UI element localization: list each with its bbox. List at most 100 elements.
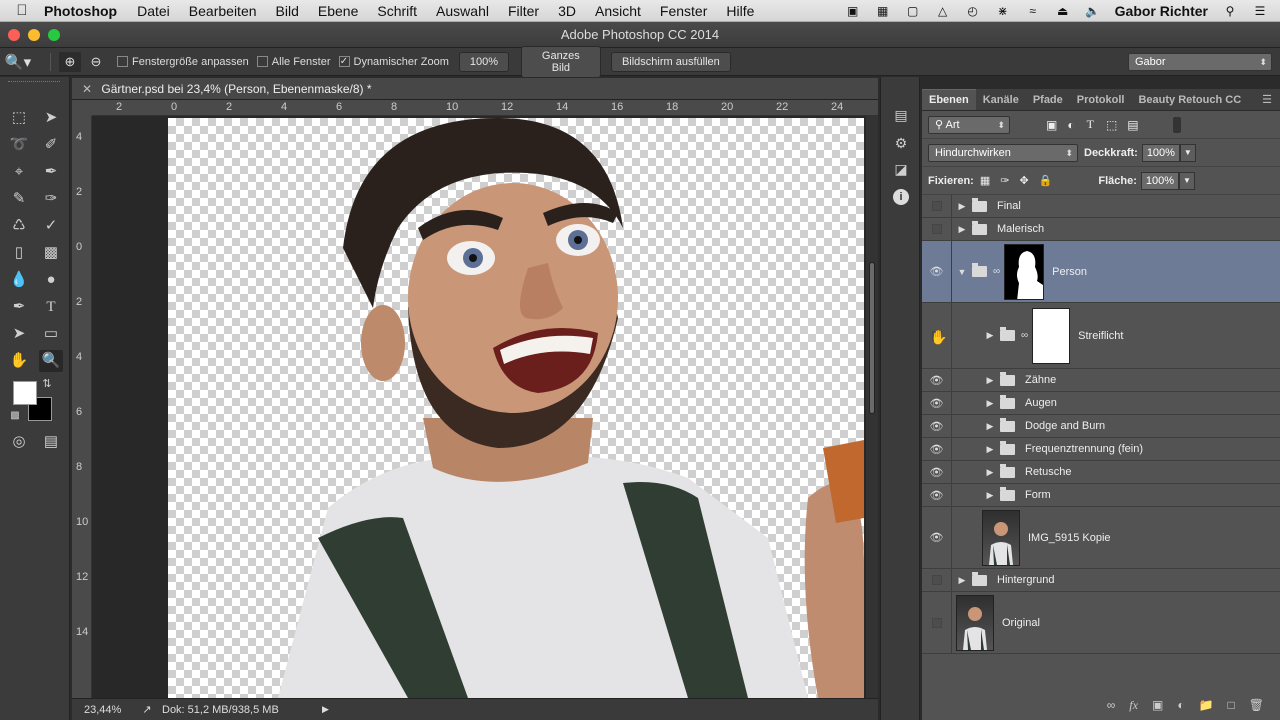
eye-icon[interactable]: 👁 (930, 443, 944, 456)
hand-tool-icon[interactable]: ✋ (7, 350, 31, 372)
move-tool-icon[interactable]: ➤ (39, 107, 63, 129)
layer-style-fx-icon[interactable]: fx (1129, 698, 1138, 713)
mask-link-icon[interactable]: ∞ (993, 266, 1000, 277)
blend-mode-select[interactable]: Hindurchwirken (928, 143, 1078, 162)
share-icon[interactable]: ↗ (132, 703, 162, 716)
vertical-scrollbar[interactable] (866, 116, 878, 698)
menu-hilfe[interactable]: Hilfe (726, 3, 754, 19)
visibility-toggle[interactable]: 👁 (922, 484, 952, 506)
adjustments-panel-icon[interactable]: ◪ (891, 159, 911, 179)
time-machine-icon[interactable]: ◴ (965, 4, 981, 18)
expand-arrow-icon[interactable]: ▶ (984, 375, 996, 386)
path-selection-icon[interactable]: ➤ (7, 323, 31, 345)
expand-arrow-icon[interactable]: ▶ (984, 421, 996, 432)
layer-row[interactable]: ▶ Final (922, 195, 1280, 218)
layer-row[interactable]: 👁 ▶ Augen (922, 392, 1280, 415)
tab-protokoll[interactable]: Protokoll (1070, 90, 1132, 110)
brush-tool-icon[interactable]: ✑ (39, 188, 63, 210)
eject-icon[interactable]: ⏏ (1055, 4, 1071, 18)
quick-mask-icon[interactable]: ◎ (7, 431, 31, 453)
visibility-toggle[interactable]: 👁 (922, 461, 952, 483)
layer-row[interactable]: 👁 ▶ Zähne (922, 369, 1280, 392)
tab-pfade[interactable]: Pfade (1026, 90, 1070, 110)
close-window-button[interactable] (8, 28, 20, 41)
eye-icon[interactable]: 👁 (930, 531, 944, 544)
layer-row[interactable]: 👁 ▶ Form (922, 484, 1280, 507)
all-windows-checkbox[interactable]: Alle Fenster (256, 56, 331, 68)
apple-menu-icon[interactable]:  (0, 2, 44, 19)
volume-icon[interactable]: 🔈 (1085, 4, 1101, 18)
type-tool-icon[interactable]: T (39, 296, 63, 318)
adjustment-layer-icon[interactable]: ◐ (1177, 698, 1184, 712)
info-panel-icon[interactable]: i (893, 189, 909, 205)
eye-icon[interactable]: 👁 (930, 265, 944, 278)
toolbar-grip[interactable] (8, 81, 60, 85)
visibility-off-box[interactable] (931, 201, 942, 211)
menu-ansicht[interactable]: Ansicht (595, 3, 641, 19)
default-colors-icon[interactable]: ▩ (8, 409, 22, 423)
canvas-area[interactable] (92, 116, 866, 698)
workspace-select[interactable]: Gabor (1128, 52, 1272, 71)
layer-row[interactable]: ▶ Hintergrund (922, 569, 1280, 592)
wifi-icon[interactable]: ≈ (1025, 4, 1041, 18)
fill-dropdown-icon[interactable]: ▼ (1178, 171, 1195, 190)
link-layers-icon[interactable]: ∞ (1107, 698, 1116, 712)
tab-kanaele[interactable]: Kanäle (976, 90, 1026, 110)
vertical-ruler[interactable]: 4 2 0 2 4 6 8 10 12 14 (72, 116, 92, 698)
eye-icon[interactable]: 👁 (930, 374, 944, 387)
expand-arrow-icon[interactable]: ▶ (956, 575, 968, 586)
tab-beauty-retouch[interactable]: Beauty Retouch CC (1131, 90, 1248, 110)
visibility-toggle[interactable] (922, 569, 952, 591)
layer-row[interactable]: 👁 IMG_5915 Kopie (922, 507, 1280, 569)
filter-adjustment-icon[interactable]: ◐ (1067, 118, 1074, 132)
visibility-off-box[interactable] (931, 224, 942, 234)
expand-arrow-icon[interactable]: ▶ (984, 467, 996, 478)
user-name[interactable]: Gabor Richter (1115, 3, 1208, 19)
lasso-tool-icon[interactable]: ➰ (7, 134, 31, 156)
fill-input[interactable]: 100% (1140, 171, 1179, 190)
lock-image-icon[interactable]: ✑ (1000, 174, 1009, 187)
checkbox-checked[interactable]: ✓ (338, 56, 350, 67)
layer-row[interactable]: 👁 ▶ Retusche (922, 461, 1280, 484)
lock-all-icon[interactable]: 🔒 (1039, 174, 1053, 187)
expand-arrow-icon[interactable]: ▶ (956, 201, 968, 212)
layer-row[interactable]: ▶ Malerisch (922, 218, 1280, 241)
filter-type-icon[interactable]: T (1087, 117, 1094, 132)
visibility-toggle[interactable]: 👁 (922, 392, 952, 414)
filter-kind-select[interactable]: ⚲ Art (928, 115, 1010, 134)
document-canvas[interactable] (168, 118, 864, 698)
zoom-100-button[interactable]: 100% (458, 51, 509, 72)
crop-tool-icon[interactable]: ⌖ (7, 161, 31, 183)
histogram-panel-icon[interactable]: ▤ (891, 105, 911, 125)
eye-icon[interactable]: 👁 (930, 397, 944, 410)
new-group-icon[interactable]: 📁 (1199, 698, 1214, 712)
menu-bearbeiten[interactable]: Bearbeiten (189, 3, 257, 19)
checkbox-unchecked[interactable] (256, 56, 268, 67)
rectangle-tool-icon[interactable]: ▭ (39, 323, 63, 345)
document-tab[interactable]: ✕ Gärtner.psd bei 23,4% (Person, Ebenenm… (72, 78, 878, 100)
menu-fenster[interactable]: Fenster (660, 3, 707, 19)
visibility-toggle[interactable]: 👁 (922, 369, 952, 391)
menu-auswahl[interactable]: Auswahl (436, 3, 489, 19)
filter-shape-icon[interactable]: ⬚ (1106, 118, 1117, 132)
mask-link-icon[interactable]: ∞ (1021, 330, 1028, 341)
opacity-input[interactable]: 100% (1141, 143, 1180, 162)
filter-smartobject-icon[interactable]: ▤ (1127, 118, 1138, 132)
layer-mask-thumbnail[interactable] (1032, 307, 1071, 364)
history-brush-icon[interactable]: ✓ (39, 215, 63, 237)
expand-arrow-icon[interactable]: ▶ (984, 398, 996, 409)
collapse-arrow-icon[interactable]: ▼ (956, 267, 968, 277)
add-mask-icon[interactable]: ▣ (1152, 698, 1163, 712)
healing-brush-icon[interactable]: ✎ (7, 188, 31, 210)
quick-selection-icon[interactable]: ✐ (39, 134, 63, 156)
visibility-toggle[interactable]: 👁 (922, 438, 952, 460)
clone-stamp-icon[interactable]: ♺ (7, 215, 31, 237)
image-layer-thumbnail[interactable] (956, 594, 994, 651)
visibility-toggle[interactable]: 👁 (922, 241, 952, 302)
lock-transparent-icon[interactable]: ▦ (980, 174, 990, 187)
zoom-level-readout[interactable]: 23,44% (72, 704, 132, 716)
airplay-icon[interactable]: △ (935, 4, 951, 18)
ruler-origin[interactable] (72, 100, 92, 116)
notification-center-icon[interactable]: ☰ (1252, 4, 1268, 18)
image-layer-thumbnail[interactable] (982, 509, 1020, 566)
